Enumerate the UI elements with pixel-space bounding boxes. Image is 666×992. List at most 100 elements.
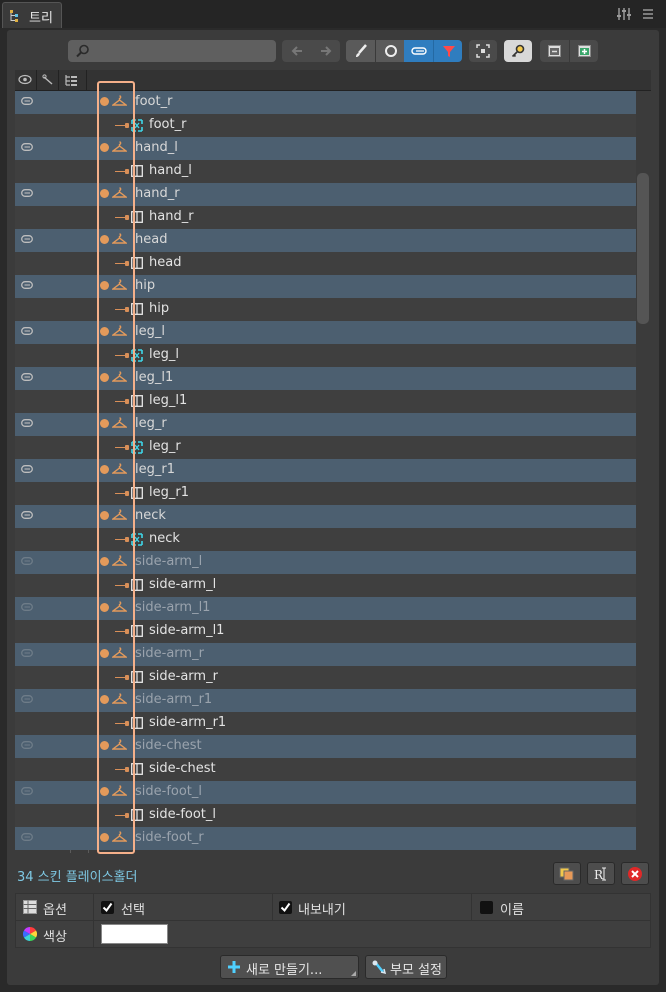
collapse-all-button[interactable] (540, 40, 569, 62)
expand-toggle-icon[interactable] (100, 603, 109, 612)
tab-tree[interactable]: 트리 (2, 2, 62, 28)
tree-row-attachment[interactable]: hand_r (15, 206, 636, 229)
tree-row-slot[interactable]: side-arm_r (15, 643, 636, 666)
tree-row-slot[interactable]: side-foot_r (15, 827, 636, 850)
expand-toggle-icon[interactable] (100, 373, 109, 382)
skin-placeholder-filter-button[interactable] (404, 40, 433, 62)
hamburger-menu-icon[interactable] (642, 6, 654, 22)
expand-toggle-icon[interactable] (100, 833, 109, 842)
expand-all-button[interactable] (569, 40, 599, 62)
tree-row-attachment[interactable]: leg_l1 (15, 390, 636, 413)
tree-row-slot[interactable]: hand_l (15, 137, 636, 160)
tree-row-slot[interactable]: hip (15, 275, 636, 298)
tree-row-slot[interactable]: side-arm_r1 (15, 689, 636, 712)
tree-row-slot[interactable]: side-arm_l (15, 551, 636, 574)
pin-button[interactable] (504, 40, 532, 62)
tree-row-attachment[interactable]: leg_r1 (15, 482, 636, 505)
expand-toggle-icon[interactable] (100, 97, 109, 106)
tree-row-slot[interactable]: leg_l1 (15, 367, 636, 390)
eye-toggle-icon[interactable] (21, 603, 33, 611)
duplicate-button[interactable] (553, 862, 581, 885)
eye-toggle-icon[interactable] (21, 419, 33, 427)
export-cell[interactable]: 내보내기 (273, 894, 471, 920)
eye-toggle-icon[interactable] (21, 327, 33, 335)
tree-row-slot[interactable]: side-foot_l (15, 781, 636, 804)
focus-button[interactable] (469, 40, 497, 62)
tree-row-attachment[interactable]: head (15, 252, 636, 275)
expand-toggle-icon[interactable] (100, 235, 109, 244)
tree-row-attachment[interactable]: foot_r (15, 114, 636, 137)
expand-toggle-icon[interactable] (100, 281, 109, 290)
tree-row-attachment[interactable]: side-chest (15, 758, 636, 781)
eye-icon[interactable] (18, 74, 32, 85)
eye-toggle-icon[interactable] (21, 235, 33, 243)
eye-toggle-icon[interactable] (21, 97, 33, 105)
circle-filter-button[interactable] (375, 40, 405, 62)
tree-row-attachment[interactable]: side-arm_l1 (15, 620, 636, 643)
eye-toggle-icon[interactable] (21, 557, 33, 565)
expand-toggle-icon[interactable] (100, 465, 109, 474)
tree-row-attachment[interactable]: side-arm_r (15, 666, 636, 689)
eye-toggle-icon[interactable] (21, 189, 33, 197)
tree-row-attachment[interactable]: side-arm_r1 (15, 712, 636, 735)
expand-toggle-icon[interactable] (100, 419, 109, 428)
scrollbar-thumb[interactable] (637, 173, 649, 324)
delete-button[interactable] (621, 862, 649, 885)
eye-toggle-icon[interactable] (21, 465, 33, 473)
search-box[interactable] (68, 40, 276, 62)
search-input[interactable] (94, 42, 269, 60)
tree-row-slot[interactable]: leg_r (15, 413, 636, 436)
history-button-group (282, 40, 340, 62)
select-cell[interactable]: 선택 (94, 894, 272, 920)
tree-row-attachment[interactable]: hip (15, 298, 636, 321)
color-swatch[interactable] (101, 924, 168, 944)
back-button[interactable] (282, 40, 311, 62)
expand-toggle-icon[interactable] (100, 511, 109, 520)
tree-row-slot[interactable]: side-chest (15, 735, 636, 758)
expand-toggle-icon[interactable] (100, 741, 109, 750)
eye-toggle-icon[interactable] (21, 511, 33, 519)
forward-button[interactable] (311, 40, 340, 62)
tree-row-attachment[interactable]: hand_l (15, 160, 636, 183)
export-checkbox[interactable] (279, 901, 292, 914)
brush-filter-button[interactable] (346, 40, 375, 62)
eye-toggle-icon[interactable] (21, 649, 33, 657)
select-checkbox[interactable] (101, 901, 114, 914)
eye-toggle-icon[interactable] (21, 741, 33, 749)
eye-toggle-icon[interactable] (21, 281, 33, 289)
tree-row-slot[interactable]: hand_r (15, 183, 636, 206)
expand-toggle-icon[interactable] (100, 649, 109, 658)
tree-row-slot[interactable]: neck (15, 505, 636, 528)
expand-toggle-icon[interactable] (100, 143, 109, 152)
rename-button[interactable]: R (587, 862, 615, 885)
tree-row-attachment[interactable]: neck (15, 528, 636, 551)
expand-toggle-icon[interactable] (100, 695, 109, 704)
expand-toggle-icon[interactable] (100, 557, 109, 566)
name-cell[interactable]: 이름 (472, 894, 650, 920)
name-checkbox[interactable] (480, 901, 493, 914)
bone-link-icon[interactable] (42, 74, 54, 86)
sliders-icon[interactable] (616, 6, 632, 22)
tree-view[interactable]: foot_r foot_r hand_l hand_l hand_r hand_r head… (15, 91, 636, 853)
tree-row-slot[interactable]: head (15, 229, 636, 252)
tree-row-attachment[interactable]: leg_r (15, 436, 636, 459)
new-button[interactable]: 새로 만들기... (220, 955, 359, 979)
eye-toggle-icon[interactable] (21, 787, 33, 795)
expand-toggle-icon[interactable] (100, 327, 109, 336)
eye-toggle-icon[interactable] (21, 143, 33, 151)
expand-toggle-icon[interactable] (100, 787, 109, 796)
tree-row-attachment[interactable]: leg_l (15, 344, 636, 367)
expand-toggle-icon[interactable] (100, 189, 109, 198)
eye-toggle-icon[interactable] (21, 695, 33, 703)
hierarchy-icon[interactable] (65, 74, 78, 86)
set-parent-button[interactable]: 부모 설정 (365, 955, 447, 979)
eye-toggle-icon[interactable] (21, 373, 33, 381)
tree-row-slot[interactable]: leg_l (15, 321, 636, 344)
tree-row-slot[interactable]: side-arm_l1 (15, 597, 636, 620)
filter-button[interactable] (433, 40, 462, 62)
tree-row-attachment[interactable]: side-foot_l (15, 804, 636, 827)
eye-toggle-icon[interactable] (21, 833, 33, 841)
tree-row-slot[interactable]: foot_r (15, 91, 636, 114)
tree-row-attachment[interactable]: side-arm_l (15, 574, 636, 597)
tree-row-slot[interactable]: leg_r1 (15, 459, 636, 482)
